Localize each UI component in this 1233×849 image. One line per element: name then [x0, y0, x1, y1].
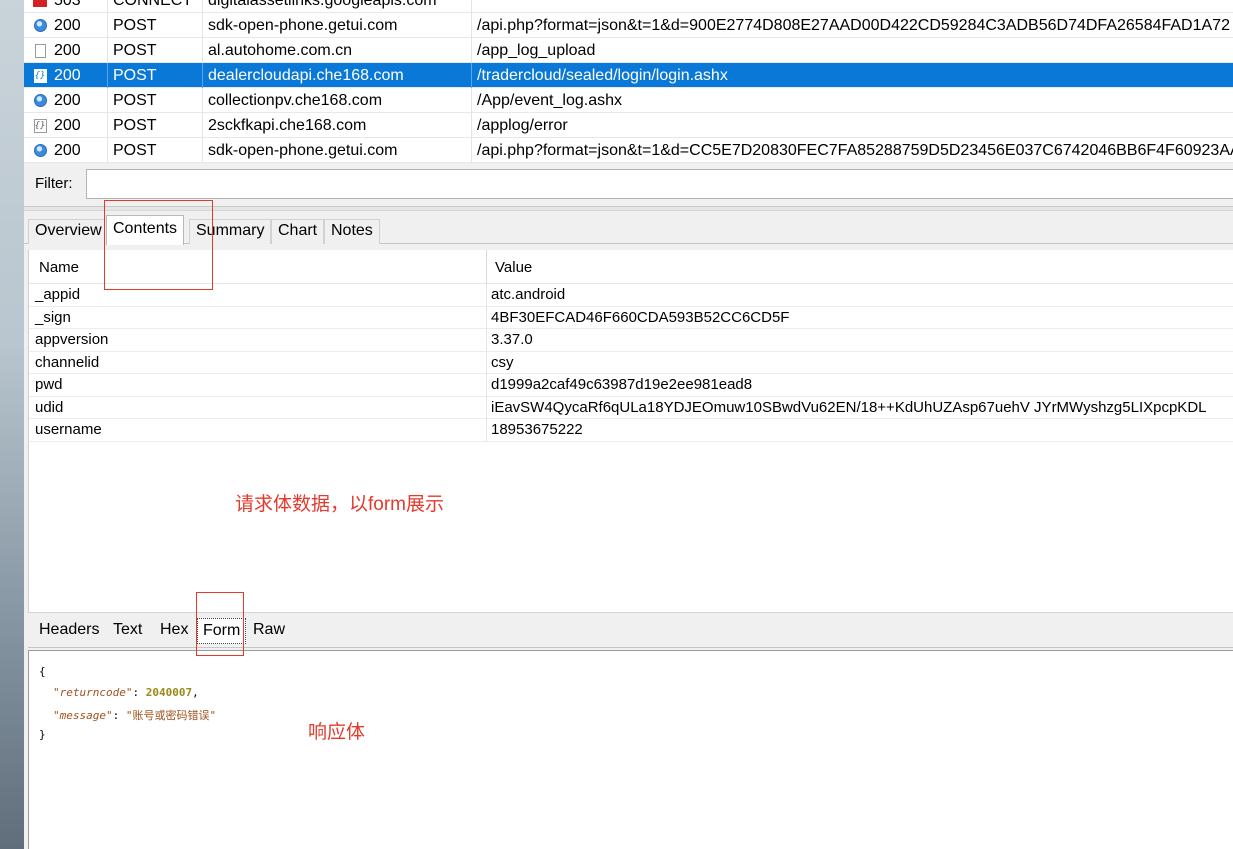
session-host: sdk-open-phone.getui.com	[208, 17, 398, 34]
response-tabs: Headers Text Hex Form Raw	[28, 612, 1233, 648]
session-status: 200	[54, 142, 81, 159]
param-value: 3.37.0	[491, 331, 533, 348]
session-row[interactable]: 200 POST sdk-open-phone.getui.com /api.p…	[24, 13, 1233, 38]
session-url: /App/event_log.ashx	[477, 92, 622, 109]
tab-text[interactable]: Text	[108, 618, 147, 644]
table-row[interactable]: channelid csy	[29, 351, 1233, 374]
table-row[interactable]: appversion 3.37.0	[29, 329, 1233, 352]
session-method: POST	[113, 117, 157, 134]
session-method: POST	[113, 17, 157, 34]
session-status: 200	[54, 67, 81, 84]
json-icon: {}	[33, 68, 47, 83]
tab-raw[interactable]: Raw	[248, 618, 290, 644]
json-icon: {}	[33, 118, 47, 133]
table-row[interactable]: udid iEavSW4QycaRf6qULa18YDJEOmuw10SBwdV…	[29, 396, 1233, 419]
param-value: 4BF30EFCAD46F660CDA593B52CC6CD5F	[491, 308, 790, 326]
json-line-returncode: "returncode": 2040007,	[53, 686, 199, 699]
session-row[interactable]: 200 POST al.autohome.com.cn /app_log_upl…	[24, 38, 1233, 63]
session-status: 200	[54, 17, 81, 34]
error-icon	[30, 0, 50, 13]
session-url: /api.php?format=json&t=1&d=CC5E7D20830FE…	[477, 142, 1233, 159]
table-row[interactable]: _sign 4BF30EFCAD46F660CDA593B52CC6CD5F	[29, 306, 1233, 329]
filter-bar: Filter:	[24, 163, 1233, 205]
panel-splitter[interactable]	[24, 206, 1233, 211]
tab-notes[interactable]: Notes	[324, 219, 380, 244]
session-method: POST	[113, 67, 157, 84]
tab-overview[interactable]: Overview	[28, 219, 109, 244]
session-url: /app_log_upload	[477, 42, 596, 59]
param-name: udid	[35, 398, 64, 416]
param-name: channelid	[35, 353, 100, 371]
filter-input[interactable]	[86, 169, 1233, 199]
filter-label: Filter:	[35, 175, 73, 192]
session-url	[477, 0, 1233, 13]
annotation-request-body: 请求体数据，以form展示	[235, 494, 445, 515]
globe-icon	[30, 88, 50, 113]
request-form-table: Name Value _appid atc.android _sign 4BF3…	[28, 250, 1233, 612]
json-key: "returncode"	[53, 686, 133, 699]
session-row[interactable]: 503 CONNECT digitalassetlinks.googleapis…	[24, 0, 1233, 13]
inspector-tabs: Overview Contents Summary Chart Notes	[24, 212, 1233, 245]
param-value: iEavSW4QycaRf6qULa18YDJEOmuw10SBwdVu62EN…	[491, 398, 1207, 416]
globe-icon	[30, 13, 50, 38]
session-host: digitalassetlinks.googleapis.com	[208, 0, 437, 9]
param-name: _sign	[35, 308, 71, 326]
session-method: CONNECT	[113, 0, 193, 9]
param-value: d1999a2caf49c63987d19e2ee981ead8	[491, 376, 753, 393]
table-row[interactable]: pwd d1999a2caf49c63987d19e2ee981ead8	[29, 374, 1233, 397]
session-row[interactable]: 200 POST collectionpv.che168.com /App/ev…	[24, 88, 1233, 113]
tab-hex[interactable]: Hex	[155, 618, 193, 644]
session-row[interactable]: {} 200 POST 2sckfkapi.che168.com /applog…	[24, 113, 1233, 138]
session-url: /api.php?format=json&t=1&d=900E2774D808E…	[477, 17, 1230, 34]
param-name: _appid	[35, 286, 81, 303]
column-header-value[interactable]: Value	[495, 259, 532, 276]
param-name: appversion	[35, 331, 109, 348]
session-host: 2sckfkapi.che168.com	[208, 117, 367, 134]
column-header-name[interactable]: Name	[39, 259, 79, 276]
session-status: 200	[54, 92, 81, 109]
session-row[interactable]: 200 POST sdk-open-phone.getui.com /api.p…	[24, 138, 1233, 163]
table-row[interactable]: _appid atc.android	[29, 284, 1233, 307]
globe-icon	[30, 138, 50, 163]
session-list[interactable]: 503 CONNECT digitalassetlinks.googleapis…	[24, 0, 1233, 163]
json-number: 2040007	[145, 686, 193, 699]
param-name: pwd	[35, 376, 63, 393]
json-close-brace: }	[39, 728, 46, 741]
session-host: al.autohome.com.cn	[208, 42, 353, 59]
json-string: "账号或密码错误"	[125, 709, 217, 722]
table-header: Name Value	[29, 250, 1233, 284]
session-host: collectionpv.che168.com	[208, 92, 383, 109]
annotation-response-body: 响应体	[308, 722, 366, 743]
session-url: /applog/error	[477, 117, 568, 134]
session-status: 200	[54, 117, 81, 134]
param-value: atc.android	[491, 286, 566, 303]
json-open-brace: {	[39, 665, 46, 678]
session-host: sdk-open-phone.getui.com	[208, 142, 398, 159]
session-url: /tradercloud/sealed/login/login.ashx	[477, 67, 728, 84]
session-method: POST	[113, 42, 157, 59]
table-row[interactable]: username 18953675222	[29, 419, 1233, 442]
param-name: username	[35, 421, 102, 438]
tab-chart[interactable]: Chart	[271, 219, 325, 244]
json-line-message: "message": "账号或密码错误"	[53, 709, 217, 722]
tab-headers[interactable]: Headers	[34, 618, 104, 644]
param-value: csy	[491, 353, 514, 371]
tab-form[interactable]: Form	[197, 618, 247, 644]
tab-contents[interactable]: Contents	[106, 215, 185, 245]
session-method: POST	[113, 142, 157, 159]
document-icon	[30, 38, 50, 63]
response-body-view[interactable]: { "returncode": 2040007, "message": "账号或…	[28, 650, 1233, 849]
session-row-selected[interactable]: {} 200 POST dealercloudapi.che168.com /t…	[24, 63, 1233, 88]
session-host: dealercloudapi.che168.com	[208, 67, 404, 84]
desktop-background-strip	[0, 0, 24, 849]
session-method: POST	[113, 92, 157, 109]
session-status: 200	[54, 42, 81, 59]
session-status: 503	[54, 0, 81, 9]
param-value: 18953675222	[491, 421, 583, 438]
tab-summary[interactable]: Summary	[189, 219, 272, 244]
json-key: "message"	[53, 709, 113, 722]
